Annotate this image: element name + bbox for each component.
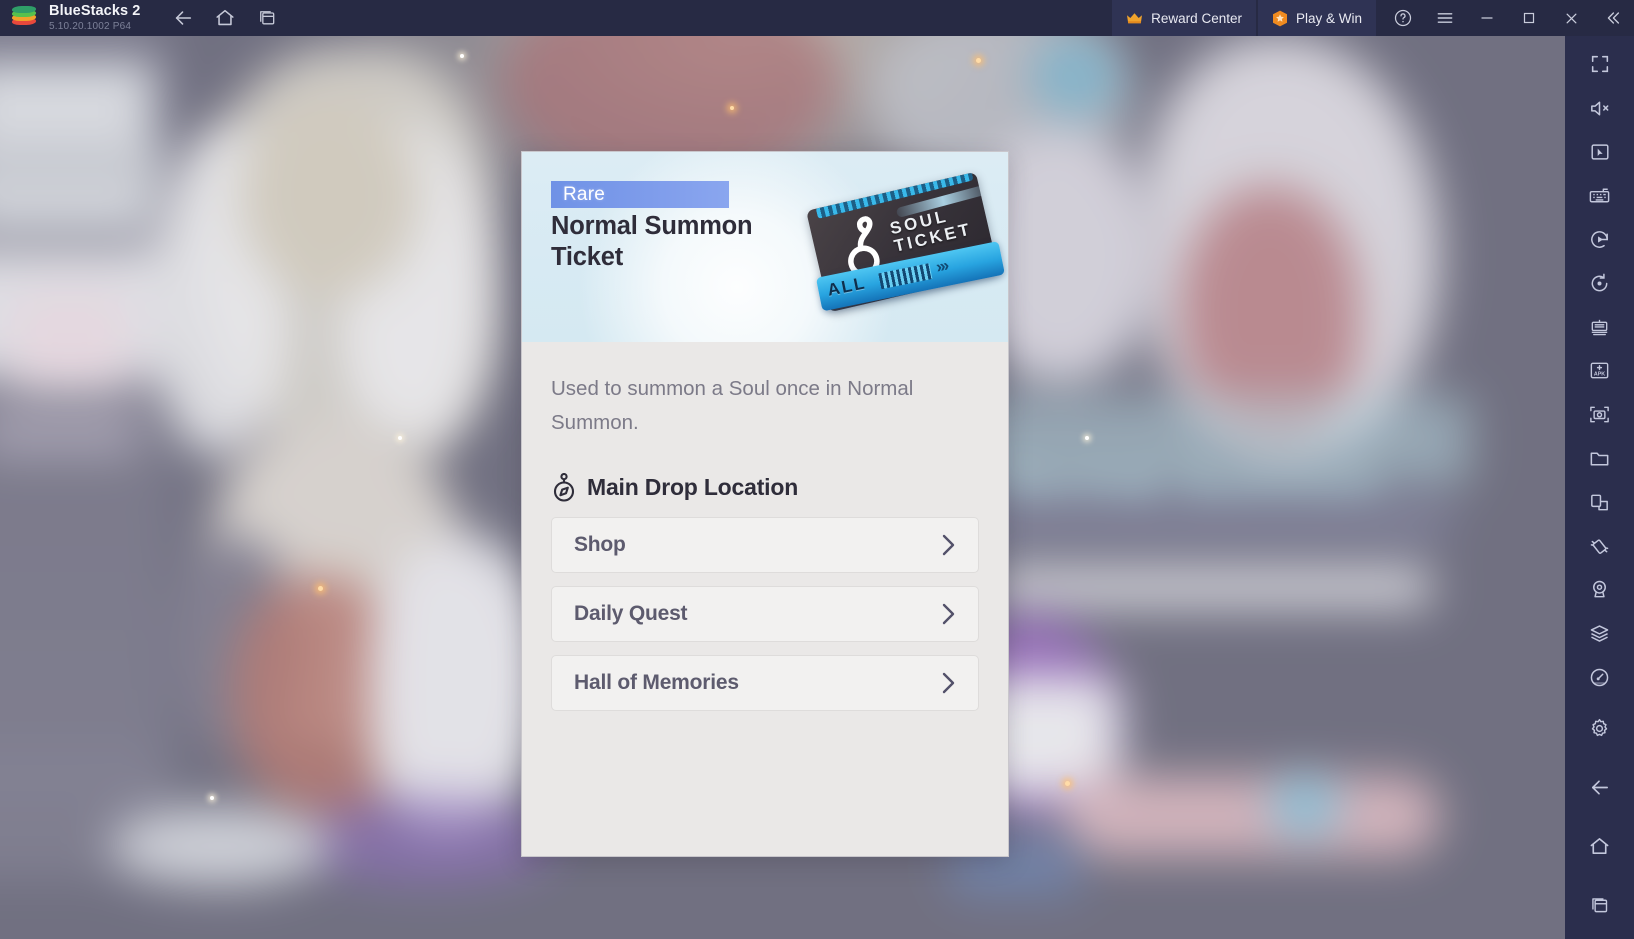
fullscreen-icon[interactable]	[1577, 49, 1623, 80]
chevrons-left-icon[interactable]	[1592, 0, 1634, 36]
rarity-badge: Rare	[551, 181, 729, 208]
window-controls	[1382, 0, 1634, 36]
drop-location-row-hall-of-memories[interactable]: Hall of Memories	[551, 654, 979, 711]
background-ghost-title: Normal Summon	[1000, 455, 1382, 507]
rotate-icon[interactable]	[1577, 268, 1623, 299]
play-and-win-button[interactable]: Play & Win	[1257, 0, 1376, 36]
drop-location-label: Shop	[574, 532, 626, 556]
reward-center-label: Reward Center	[1151, 10, 1242, 26]
item-card-body: Used to summon a Soul once in Normal Sum…	[522, 342, 1008, 711]
item-card-header: Rare Normal Summon Ticket SOUL TICKET AL…	[522, 152, 1008, 342]
reward-center-button[interactable]: Reward Center	[1112, 0, 1256, 36]
game-viewport[interactable]: Normal Summon Rare Normal Summon Ticket	[0, 36, 1565, 939]
compass-icon	[551, 472, 577, 503]
hex-star-icon	[1272, 10, 1288, 27]
drop-location-label: Hall of Memories	[574, 670, 739, 694]
svg-text:APK: APK	[1594, 372, 1605, 378]
drop-location-label: Daily Quest	[574, 601, 688, 625]
ticket-barcode	[878, 263, 933, 290]
chevron-right-icon	[938, 530, 960, 560]
drop-location-row-shop[interactable]: Shop	[551, 516, 979, 573]
gear-icon[interactable]	[1577, 706, 1623, 752]
question-circle-icon[interactable]	[1382, 0, 1424, 36]
location-pin-icon[interactable]	[1577, 575, 1623, 606]
sidebar-bottom-group	[1565, 693, 1634, 939]
multi-window-icon[interactable]	[250, 1, 284, 35]
bluestacks-sidebar: APK	[1565, 36, 1634, 939]
apk-icon[interactable]: APK	[1577, 356, 1623, 387]
chevron-right-icon	[938, 599, 960, 629]
app-title-block: BlueStacks 2 5.10.20.1002 P64	[49, 4, 140, 32]
chevron-right-icon	[938, 668, 960, 698]
drop-location-row-daily-quest[interactable]: Daily Quest	[551, 585, 979, 642]
soul-ticket-artwork: SOUL TICKET ALL ›››	[798, 159, 1008, 329]
crown-icon	[1126, 12, 1143, 25]
item-description: Used to summon a Soul once in Normal Sum…	[551, 377, 914, 435]
shake-icon[interactable]	[1577, 531, 1623, 562]
drop-location-list: Shop Daily Quest Hall of Memories	[551, 516, 979, 711]
ticket-all-label: ALL	[825, 273, 868, 300]
android-back-icon[interactable]	[1577, 765, 1623, 811]
copy-icon[interactable]	[1577, 487, 1623, 518]
minimize-icon[interactable]	[1466, 0, 1508, 36]
volume-mute-icon[interactable]	[1577, 93, 1623, 124]
folder-icon[interactable]	[1577, 443, 1623, 474]
macro-play-icon[interactable]	[1577, 224, 1623, 255]
back-icon[interactable]	[166, 1, 200, 35]
titlebar-nav-group	[166, 1, 284, 35]
bluestacks-window: BlueStacks 2 5.10.20.1002 P64 Reward Cen…	[0, 0, 1634, 939]
bluestacks-logo-icon	[10, 6, 40, 30]
item-detail-card: Rare Normal Summon Ticket SOUL TICKET AL…	[521, 151, 1009, 857]
item-name-line1: Normal Summon	[551, 212, 753, 240]
camera-icon[interactable]	[1577, 399, 1623, 430]
speedometer-icon[interactable]	[1577, 662, 1623, 693]
ticket-arrows: ›››	[934, 255, 949, 277]
layers-icon[interactable]	[1577, 618, 1623, 649]
play-and-win-label: Play & Win	[1295, 10, 1362, 26]
main-drop-location-header: Main Drop Location	[551, 472, 979, 503]
maximize-icon[interactable]	[1508, 0, 1550, 36]
android-home-icon[interactable]	[1577, 824, 1623, 870]
item-name: Normal Summon Ticket	[551, 211, 801, 273]
app-title: BlueStacks 2	[49, 3, 141, 20]
main-drop-location-title: Main Drop Location	[587, 474, 799, 501]
home-icon[interactable]	[208, 1, 242, 35]
title-bar: BlueStacks 2 5.10.20.1002 P64 Reward Cen…	[0, 0, 1634, 36]
app-version: 5.10.20.1002 P64	[49, 20, 132, 32]
multi-instance-icon[interactable]	[1577, 312, 1623, 343]
item-name-line2: Ticket	[551, 243, 624, 272]
android-recents-icon[interactable]	[1577, 883, 1623, 929]
keyboard-icon[interactable]	[1577, 180, 1623, 211]
hamburger-icon[interactable]	[1424, 0, 1466, 36]
close-icon[interactable]	[1550, 0, 1592, 36]
cursor-screen-icon[interactable]	[1577, 137, 1623, 168]
